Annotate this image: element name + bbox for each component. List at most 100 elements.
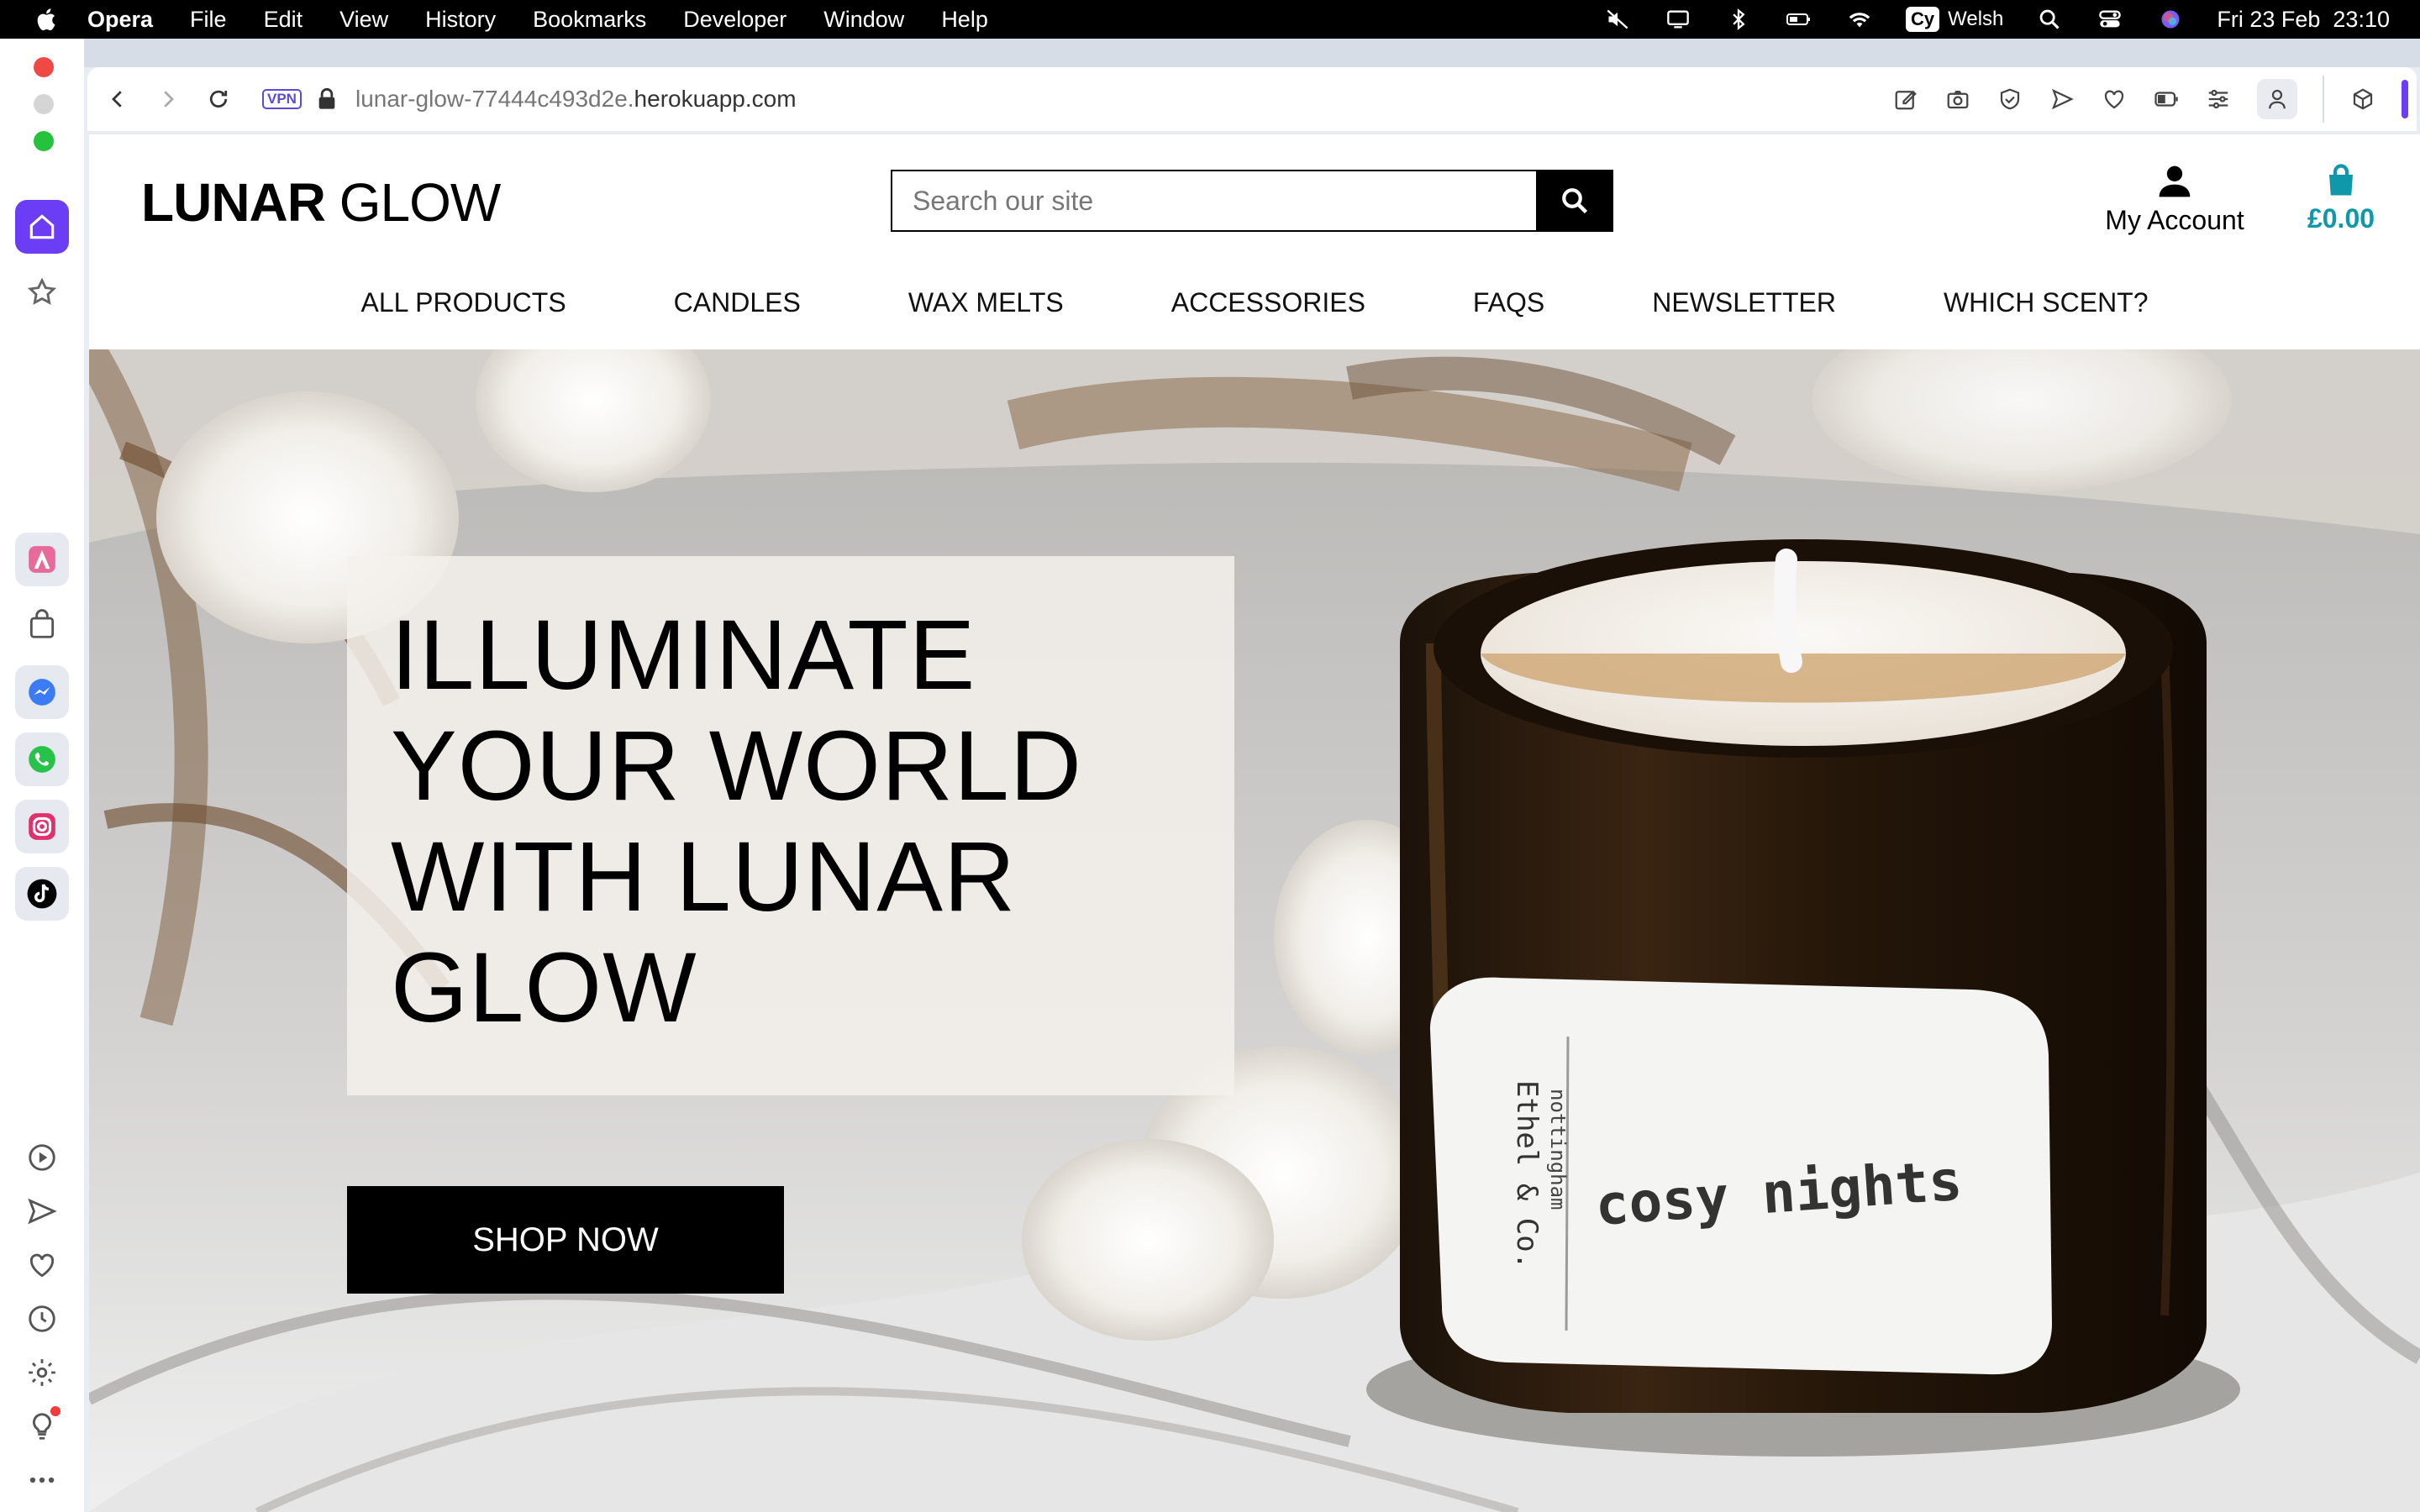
window-zoom-button[interactable] (34, 131, 54, 151)
battery-icon[interactable] (1785, 7, 1813, 32)
notification-dot (50, 1406, 60, 1416)
menu-edit[interactable]: Edit (264, 7, 303, 33)
menu-help[interactable]: Help (941, 7, 988, 33)
hero-headline-panel: ILLUMINATE YOUR WORLD WITH LUNAR GLOW (347, 556, 1234, 1095)
shopping-bag-icon (2329, 164, 2353, 196)
siri-icon[interactable] (2156, 7, 2185, 32)
messenger-icon (29, 679, 55, 706)
sidebar-accent-indicator (2402, 80, 2408, 118)
sidebar-more-button[interactable] (15, 1453, 69, 1507)
address-bar[interactable]: lunar-glow-77444c493d2e.herokuapp.com (355, 86, 797, 113)
sidebar-shopping-button[interactable] (15, 598, 69, 652)
toolbar-divider (2323, 76, 2324, 123)
sidebar-whatsapp-button[interactable] (15, 732, 69, 786)
apple-logo-icon[interactable] (34, 7, 57, 32)
candle-maker-text: Ethel & Co. (1510, 1080, 1544, 1269)
heart-icon (2104, 90, 2124, 109)
battery-saver-icon (2154, 92, 2178, 107)
forward-button[interactable] (143, 74, 193, 124)
more-dots-icon (29, 1477, 55, 1483)
control-center-icon[interactable] (2096, 7, 2124, 32)
battery-saver-button[interactable] (2153, 86, 2180, 113)
url-subdomain: lunar-glow-77444c493d2e. (355, 86, 634, 112)
reload-icon (209, 90, 228, 108)
sidebar-settings-button[interactable] (15, 1346, 69, 1399)
mute-icon[interactable] (1603, 7, 1632, 32)
logo-light: GLOW (324, 172, 502, 233)
opera-sidebar (0, 39, 84, 1512)
tab-strip (84, 39, 2420, 67)
input-source-badge: Cy (1906, 7, 1940, 32)
chevron-left-icon (112, 91, 122, 108)
send-icon (2051, 88, 2074, 110)
bag-total: £0.00 (2307, 203, 2375, 234)
sidebar-tiktok-button[interactable] (15, 867, 69, 921)
cube-icon (2353, 88, 2373, 110)
sidebar-tips-button[interactable] (15, 1399, 69, 1453)
user-icon (2269, 89, 2286, 109)
sidebar-history-button[interactable] (15, 1292, 69, 1346)
nav-newsletter[interactable]: NEWSLETTER (1652, 276, 1836, 329)
sidebar-messenger-button[interactable] (15, 665, 69, 719)
search-button[interactable] (1536, 170, 1613, 232)
edit-page-button[interactable] (1892, 86, 1919, 113)
adblock-button[interactable] (1996, 86, 2023, 113)
instagram-icon (29, 813, 55, 840)
share-button[interactable] (2049, 86, 2075, 113)
toolbar-extensions (1892, 67, 2408, 131)
window-close-button[interactable] (34, 57, 54, 77)
search-input[interactable] (891, 170, 1536, 232)
snapshot-button[interactable] (1944, 86, 1971, 113)
home-icon (29, 214, 55, 239)
workspaces-button[interactable] (2349, 86, 2376, 113)
my-account-label: My Account (2105, 205, 2244, 235)
sidebar-flow-button[interactable] (15, 1184, 69, 1238)
sidebar-home-button[interactable] (15, 200, 69, 254)
site-header: LUNAR GLOW My Account £0.00 ALL PRODUCTS… (89, 134, 2420, 349)
macos-menu-bar: Opera File Edit View History Bookmarks D… (0, 0, 2420, 39)
aria-icon (29, 546, 55, 573)
menu-developer[interactable]: Developer (683, 7, 786, 33)
sidebar-aria-button[interactable] (15, 533, 69, 586)
reload-button[interactable] (193, 74, 244, 124)
easy-setup-button[interactable] (2205, 86, 2232, 113)
display-icon[interactable] (1664, 7, 1692, 32)
sidebar-instagram-button[interactable] (15, 800, 69, 853)
site-search-form (891, 170, 1613, 232)
menu-view[interactable]: View (339, 7, 388, 33)
send-icon (28, 1198, 57, 1225)
nav-candles[interactable]: CANDLES (674, 276, 801, 329)
bookmark-button[interactable] (2101, 86, 2128, 113)
my-account-link[interactable]: My Account (2074, 163, 2275, 236)
menu-bookmarks[interactable]: Bookmarks (533, 7, 646, 33)
tiktok-icon (27, 879, 57, 909)
menubar-clock[interactable]: Fri 23 Feb 23:10 (2217, 7, 2390, 33)
main-navigation: ALL PRODUCTS CANDLES WAX MELTS ACCESSORI… (89, 276, 2420, 329)
nav-accessories[interactable]: ACCESSORIES (1171, 276, 1365, 329)
input-source-label: Welsh (1948, 8, 2004, 30)
shop-now-button[interactable]: SHOP NOW (347, 1186, 784, 1294)
bluetooth-icon[interactable] (1724, 7, 1753, 32)
nav-faqs[interactable]: FAQS (1473, 276, 1544, 329)
shopping-bag-icon (29, 609, 55, 638)
window-minimize-button[interactable] (34, 94, 54, 114)
nav-wax-melts[interactable]: WAX MELTS (908, 276, 1064, 329)
menu-window[interactable]: Window (823, 7, 904, 33)
vpn-badge[interactable]: VPN (262, 89, 302, 109)
menu-app-name[interactable]: Opera (87, 7, 153, 33)
sidebar-bookmarks-button[interactable] (15, 1238, 69, 1292)
sidebar-player-button[interactable] (15, 1131, 69, 1184)
nav-which-scent[interactable]: WHICH SCENT? (1944, 276, 2149, 329)
lock-icon[interactable] (317, 87, 337, 111)
wifi-icon[interactable] (1845, 7, 1874, 32)
shopping-bag-link[interactable]: £0.00 (2291, 163, 2391, 234)
input-source-menu[interactable]: Cy Welsh (1906, 7, 2003, 32)
menu-history[interactable]: History (425, 7, 496, 33)
site-logo[interactable]: LUNAR GLOW (141, 171, 502, 234)
menu-file[interactable]: File (190, 7, 227, 33)
spotlight-search-icon[interactable] (2035, 7, 2064, 32)
profile-button[interactable] (2257, 79, 2297, 119)
back-button[interactable] (92, 74, 143, 124)
sidebar-speed-dial-button[interactable] (15, 265, 69, 319)
nav-all-products[interactable]: ALL PRODUCTS (360, 276, 566, 329)
